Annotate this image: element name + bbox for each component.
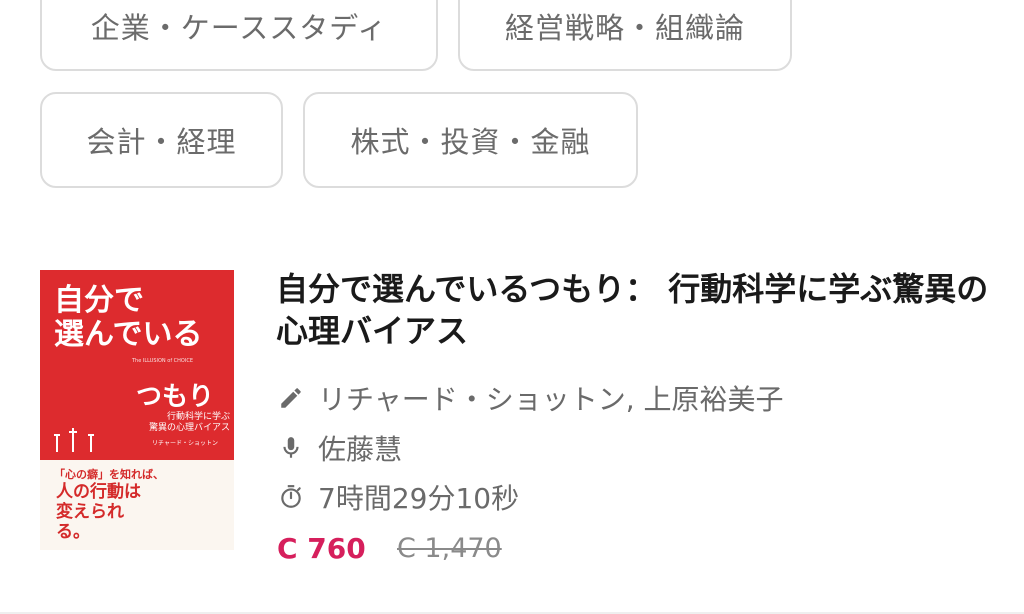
book-title[interactable]: 自分で選んでいるつもり： 行動科学に学ぶ驚異の心理バイアス <box>276 268 996 352</box>
author-names: リチャード・ショットン, 上原裕美子 <box>318 383 784 416</box>
book-cover[interactable]: 自分で 選んでいる The ILLUSION of CHOICE つもり 行動科… <box>40 270 234 550</box>
original-price: C 1,470 <box>397 533 502 564</box>
cover-title-line2: 選んでいる <box>54 317 203 352</box>
duration-row: 7時間29分10秒 <box>278 477 519 517</box>
cover-subtitle: 行動科学に学ぶ 驚異の心理バイアス <box>132 412 230 434</box>
cover-figure-icon <box>54 428 94 452</box>
narrator-name: 佐藤慧 <box>318 433 403 466</box>
cover-tagline-1: 「心の癖」を知れば、 <box>54 468 164 481</box>
narrator-row: 佐藤慧 <box>278 428 402 468</box>
stopwatch-icon <box>281 485 301 508</box>
pencil-icon <box>281 388 301 408</box>
category-chip-accounting[interactable]: 会計・経理 <box>40 92 283 188</box>
category-chip-case-studies[interactable]: 企業・ケーススタディ <box>40 0 438 71</box>
cover-tagline-2: 人の行動は変えられる。 <box>56 482 141 542</box>
category-chip-investment[interactable]: 株式・投資・金融 <box>303 92 638 188</box>
cover-title-line1: 自分で <box>54 283 144 318</box>
cover-author: リチャード・ショットン <box>152 440 218 447</box>
cover-subtitle-line1: 行動科学に学ぶ <box>166 412 230 422</box>
author-row: リチャード・ショットン, 上原裕美子 <box>278 378 784 418</box>
microphone-icon <box>283 437 299 458</box>
duration-value: 7時間29分10秒 <box>318 482 520 515</box>
category-chip-strategy[interactable]: 経営戦略・組織論 <box>458 0 792 71</box>
cover-english-title: The ILLUSION of CHOICE <box>132 358 193 364</box>
cover-subtitle-line2: 驚異の心理バイアス <box>148 423 230 433</box>
cover-title-line3: つもり <box>136 382 215 412</box>
sale-price: C 760 <box>277 532 366 565</box>
